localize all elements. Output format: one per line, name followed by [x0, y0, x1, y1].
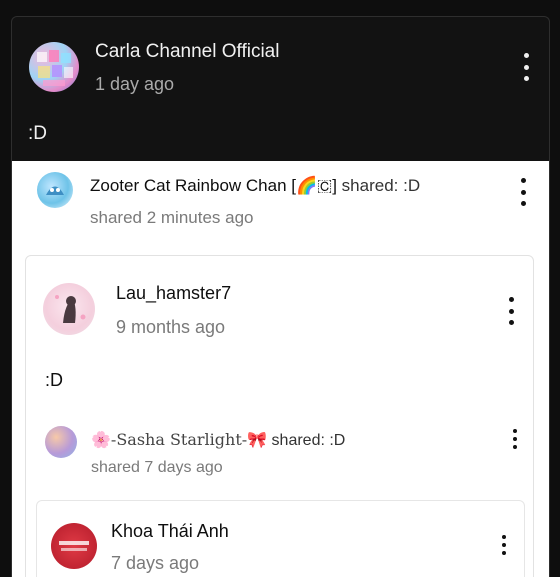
nested-post-card: Khoa Thái Anh 7 days ago: [36, 500, 525, 577]
post-text: :D: [28, 123, 47, 144]
share-action: shared: :D: [341, 176, 421, 195]
share-action: shared: :D: [271, 432, 346, 449]
original-post-card: Lau_hamster7 9 months ago :D 🌸-Sasha Sta…: [25, 255, 534, 577]
community-post-card: Carla Channel Official 1 day ago :D Zoot…: [11, 16, 550, 577]
shared-post-area: Zooter Cat Rainbow Chan [🌈🇨] shared: :D …: [12, 161, 549, 577]
more-vert-icon[interactable]: [498, 535, 510, 555]
sharer-avatar[interactable]: [45, 426, 77, 458]
more-vert-icon[interactable]: [517, 178, 529, 206]
main-post: Carla Channel Official 1 day ago :D: [12, 17, 549, 157]
post-time[interactable]: 1 day ago: [95, 74, 174, 95]
more-vert-icon[interactable]: [509, 429, 521, 449]
post-time[interactable]: 9 months ago: [116, 317, 225, 338]
logo-avatar-icon: [59, 541, 89, 551]
cat-avatar-icon: [46, 186, 64, 195]
sharer-name[interactable]: Zooter Cat Rainbow Chan [🌈🇨]: [90, 176, 337, 195]
share-time[interactable]: shared 2 minutes ago: [90, 208, 254, 228]
author-avatar[interactable]: [43, 283, 95, 335]
more-vert-icon[interactable]: [520, 53, 532, 81]
post-text: :D: [45, 370, 63, 390]
channel-name[interactable]: Carla Channel Official: [95, 41, 279, 63]
more-vert-icon[interactable]: [505, 297, 517, 325]
author-name[interactable]: Lau_hamster7: [116, 283, 231, 304]
avatar-collage-icon: [37, 50, 73, 86]
author-avatar[interactable]: [51, 523, 97, 569]
post-time[interactable]: 7 days ago: [111, 553, 199, 574]
hamster-avatar-icon: [55, 295, 86, 323]
sharer-name[interactable]: 🌸-Sasha Starlight-🎀: [91, 430, 267, 449]
author-name[interactable]: Khoa Thái Anh: [111, 521, 229, 542]
share-time[interactable]: shared 7 days ago: [91, 459, 223, 477]
channel-avatar[interactable]: [29, 42, 79, 92]
sharer-avatar[interactable]: [37, 172, 73, 208]
